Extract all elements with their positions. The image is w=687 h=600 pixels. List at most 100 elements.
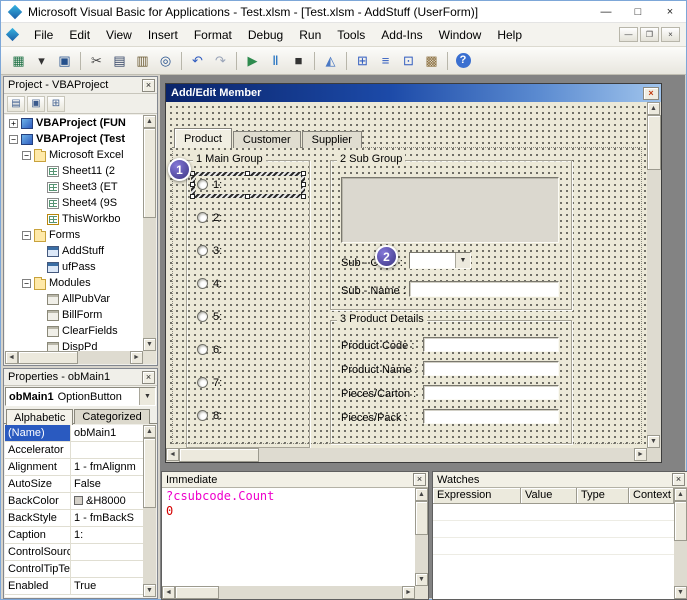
menu-view[interactable]: View bbox=[98, 24, 140, 46]
option-button-control[interactable]: 2: bbox=[197, 210, 222, 225]
sub-code-combobox[interactable]: ▼ bbox=[409, 252, 471, 269]
project-panel-close-button[interactable]: × bbox=[142, 79, 155, 92]
scroll-down-icon[interactable]: ▼ bbox=[415, 573, 428, 586]
mdi-close-button[interactable]: × bbox=[661, 27, 680, 42]
scroll-down-icon[interactable]: ▼ bbox=[647, 435, 660, 448]
watches-vertical-scrollbar[interactable]: ▲▼ bbox=[674, 488, 687, 599]
sub-group-listbox[interactable] bbox=[341, 177, 559, 243]
immediate-close-button[interactable]: × bbox=[413, 473, 426, 486]
scroll-thumb[interactable] bbox=[674, 501, 687, 541]
watches-titlebar[interactable]: Watches × bbox=[433, 472, 687, 488]
scroll-up-icon[interactable]: ▲ bbox=[674, 488, 687, 501]
option-button-control[interactable]: 3: bbox=[197, 243, 222, 258]
property-value[interactable]: &H8000 bbox=[71, 493, 143, 509]
property-name[interactable]: BackColor bbox=[5, 493, 71, 509]
userform-titlebar[interactable]: Add/Edit Member × bbox=[166, 84, 661, 102]
property-name[interactable]: AutoSize bbox=[5, 476, 71, 492]
combo-dropdown-icon[interactable]: ▼ bbox=[139, 388, 155, 405]
property-row[interactable]: Caption1: bbox=[5, 527, 143, 544]
find-icon[interactable]: ◎ bbox=[154, 50, 177, 72]
object-selector-combobox[interactable]: obMain1 OptionButton ▼ bbox=[5, 387, 156, 406]
tree-expander[interactable]: + bbox=[9, 119, 18, 128]
window-titlebar[interactable]: Microsoft Visual Basic for Applications … bbox=[1, 1, 686, 23]
combo-dropdown-icon[interactable]: ▼ bbox=[455, 253, 470, 268]
property-row[interactable]: (Name)obMain1 bbox=[5, 425, 143, 442]
option-button-control[interactable]: 8: bbox=[197, 408, 222, 423]
sub-group-frame[interactable]: 2 Sub Group Sub - Code : ▼ Sub - Name : … bbox=[330, 160, 572, 310]
scroll-left-icon[interactable]: ◄ bbox=[162, 586, 175, 599]
property-name[interactable]: Caption bbox=[5, 527, 71, 543]
selected-control-adorner[interactable] bbox=[191, 172, 305, 198]
selection-handle[interactable] bbox=[245, 171, 250, 176]
property-value[interactable]: True bbox=[71, 578, 143, 594]
userform-close-button[interactable]: × bbox=[643, 87, 659, 100]
scroll-thumb[interactable] bbox=[175, 586, 219, 599]
property-value[interactable]: 1 - fmBackS bbox=[71, 510, 143, 526]
tree-item[interactable]: Sheet11 (2 bbox=[5, 163, 143, 179]
toolbox-icon[interactable]: ▩ bbox=[420, 50, 443, 72]
designer-vertical-scrollbar[interactable]: ▲▼ bbox=[647, 102, 661, 448]
menu-tools[interactable]: Tools bbox=[329, 24, 373, 46]
watches-column-header[interactable]: Value bbox=[521, 488, 577, 504]
selection-handle[interactable] bbox=[301, 171, 306, 176]
menu-file[interactable]: File bbox=[26, 24, 61, 46]
designer-horizontal-scrollbar[interactable]: ◄► bbox=[166, 448, 647, 462]
sub-name-textbox[interactable] bbox=[409, 281, 559, 297]
scroll-thumb[interactable] bbox=[647, 115, 661, 170]
tree-item[interactable]: Sheet4 (9S bbox=[5, 195, 143, 211]
tree-item[interactable]: −Forms bbox=[5, 227, 143, 243]
scroll-thumb[interactable] bbox=[415, 501, 428, 535]
help-icon[interactable]: ? bbox=[452, 50, 474, 72]
maximize-button[interactable]: □ bbox=[622, 1, 654, 22]
option-button-control[interactable]: 4: bbox=[197, 276, 222, 291]
copy-icon[interactable]: ▤ bbox=[108, 50, 131, 72]
tree-expander[interactable]: − bbox=[22, 231, 31, 240]
tree-item[interactable]: BillForm bbox=[5, 307, 143, 323]
menu-add-ins[interactable]: Add-Ins bbox=[373, 24, 430, 46]
property-name[interactable]: BackStyle bbox=[5, 510, 71, 526]
property-row[interactable]: BackColor&H8000 bbox=[5, 493, 143, 510]
scroll-up-icon[interactable]: ▲ bbox=[415, 488, 428, 501]
scroll-right-icon[interactable]: ► bbox=[130, 351, 143, 364]
property-value[interactable]: 1 - fmAlignm bbox=[71, 459, 143, 475]
property-value[interactable] bbox=[71, 442, 143, 458]
detail-field-textbox[interactable] bbox=[423, 337, 559, 352]
close-button[interactable]: × bbox=[654, 1, 686, 22]
property-value[interactable] bbox=[71, 561, 143, 577]
undo-icon[interactable]: ↶ bbox=[186, 50, 209, 72]
menu-insert[interactable]: Insert bbox=[140, 24, 186, 46]
watches-column-header[interactable]: Context bbox=[629, 488, 674, 504]
property-name[interactable]: Accelerator bbox=[5, 442, 71, 458]
scroll-down-icon[interactable]: ▼ bbox=[674, 586, 687, 599]
project-panel-titlebar[interactable]: Project - VBAProject × bbox=[4, 77, 157, 94]
scroll-thumb[interactable] bbox=[18, 351, 78, 364]
selection-handle[interactable] bbox=[245, 194, 250, 199]
property-value[interactable]: obMain1 bbox=[71, 425, 143, 441]
tree-item[interactable]: ThisWorkbo bbox=[5, 211, 143, 227]
selection-handle[interactable] bbox=[301, 182, 306, 187]
view-object-icon[interactable]: ▣ bbox=[27, 96, 45, 112]
selection-handle[interactable] bbox=[190, 182, 195, 187]
insert-object-dropdown-icon[interactable]: ▾ bbox=[30, 50, 53, 72]
mdi-minimize-button[interactable]: — bbox=[619, 27, 638, 42]
toggle-folders-icon[interactable]: ⊞ bbox=[47, 96, 65, 112]
immediate-input-area[interactable]: ?csubcode.Count0 bbox=[162, 488, 415, 586]
tree-expander[interactable]: − bbox=[22, 151, 31, 160]
view-code-icon[interactable]: ▤ bbox=[7, 96, 25, 112]
minimize-button[interactable]: — bbox=[590, 1, 622, 22]
properties-tab-alphabetic[interactable]: Alphabetic bbox=[6, 409, 73, 425]
detail-field-textbox[interactable] bbox=[423, 385, 559, 400]
immediate-vertical-scrollbar[interactable]: ▲▼ bbox=[415, 488, 428, 586]
project-explorer-icon[interactable]: ⊞ bbox=[351, 50, 374, 72]
form-tab-customer[interactable]: Customer bbox=[233, 131, 301, 148]
property-name[interactable]: Alignment bbox=[5, 459, 71, 475]
tree-item[interactable]: −Microsoft Excel bbox=[5, 147, 143, 163]
mdi-restore-button[interactable]: ❐ bbox=[640, 27, 659, 42]
property-row[interactable]: Alignment1 - fmAlignm bbox=[5, 459, 143, 476]
property-name[interactable]: Enabled bbox=[5, 578, 71, 594]
menu-edit[interactable]: Edit bbox=[61, 24, 98, 46]
option-button-control[interactable]: 7: bbox=[197, 375, 222, 390]
property-name[interactable]: (Name) bbox=[5, 425, 71, 441]
design-mode-icon[interactable]: ◭ bbox=[319, 50, 342, 72]
menu-debug[interactable]: Debug bbox=[240, 24, 291, 46]
